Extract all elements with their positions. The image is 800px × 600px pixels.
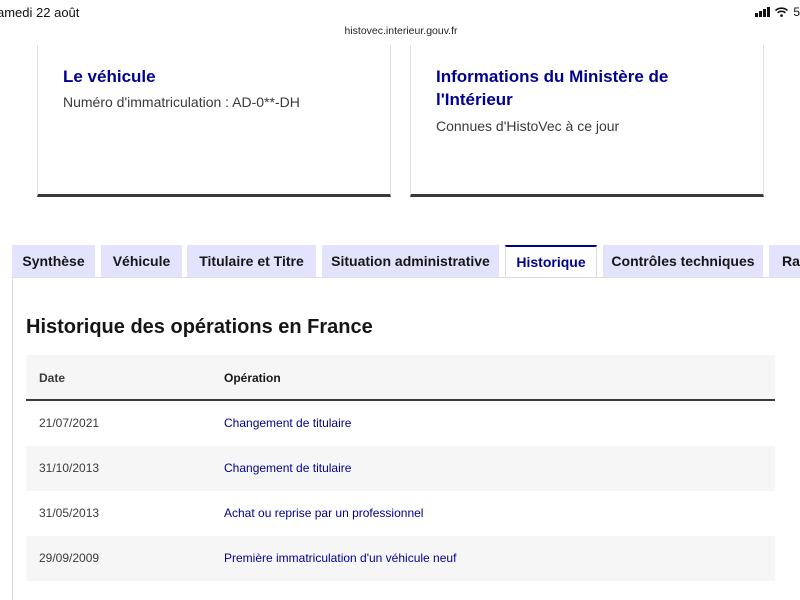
tab-panel-left-border	[12, 277, 13, 600]
table-row: 21/07/2021 Changement de titulaire	[26, 401, 775, 446]
tab-historique[interactable]: Historique	[505, 245, 597, 278]
row-operation: Première immatriculation d'un véhicule n…	[224, 551, 457, 565]
ministry-card-text: Connues d'HistoVec à ce jour	[436, 118, 620, 134]
section-title: Historique des opérations en France	[26, 316, 373, 338]
table-header: Date Opération	[26, 355, 775, 401]
tab-situation-administrative[interactable]: Situation administrative	[322, 245, 499, 278]
tab-controles-techniques[interactable]: Contrôles techniques	[603, 245, 763, 278]
tab-vehicule[interactable]: Véhicule	[101, 245, 182, 278]
row-date: 29/09/2009	[39, 551, 100, 565]
row-operation: Achat ou reprise par un professionnel	[224, 506, 424, 520]
history-table: Date Opération 21/07/2021 Changement de …	[26, 355, 775, 581]
registration-number: Numéro d'immatriculation : AD-0**-DH	[63, 94, 300, 110]
status-time: amedi 22 août	[0, 5, 80, 20]
header-date: Date	[39, 371, 66, 385]
tab-synthese[interactable]: Synthèse	[12, 245, 95, 278]
table-row: 31/10/2013 Changement de titulaire	[26, 446, 775, 491]
table-row: 29/09/2009 Première immatriculation d'un…	[26, 536, 775, 581]
tab-rapport[interactable]: Rap	[769, 245, 800, 278]
header-operation: Opération	[224, 371, 281, 385]
battery-percentage: 5	[793, 5, 800, 19]
vehicle-card-title[interactable]: Le véhicule	[63, 65, 156, 88]
wifi-icon	[775, 7, 789, 17]
row-date: 31/10/2013	[39, 461, 100, 475]
ministry-card: Informations du Ministère de l'Intérieur…	[410, 45, 764, 197]
table-row: 31/05/2013 Achat ou reprise par un profe…	[26, 491, 775, 536]
page: amedi 22 août 5 histovec.interieur.gouv.…	[0, 0, 800, 600]
tab-panel-border	[12, 277, 800, 278]
address-bar[interactable]: histovec.interieur.gouv.fr	[338, 19, 464, 43]
row-operation: Changement de titulaire	[224, 416, 352, 430]
tab-bar: Synthèse Véhicule Titulaire et Titre Sit…	[12, 245, 800, 278]
vehicle-card: Le véhicule Numéro d'immatriculation : A…	[37, 45, 391, 197]
row-operation: Changement de titulaire	[224, 461, 352, 475]
cellular-signal-icon	[755, 7, 771, 17]
status-indicators: 5	[755, 5, 800, 19]
tab-titulaire-et-titre[interactable]: Titulaire et Titre	[187, 245, 316, 278]
ministry-card-title[interactable]: Informations du Ministère de l'Intérieur	[436, 65, 706, 111]
row-date: 31/05/2013	[39, 506, 100, 520]
row-date: 21/07/2021	[39, 416, 100, 430]
